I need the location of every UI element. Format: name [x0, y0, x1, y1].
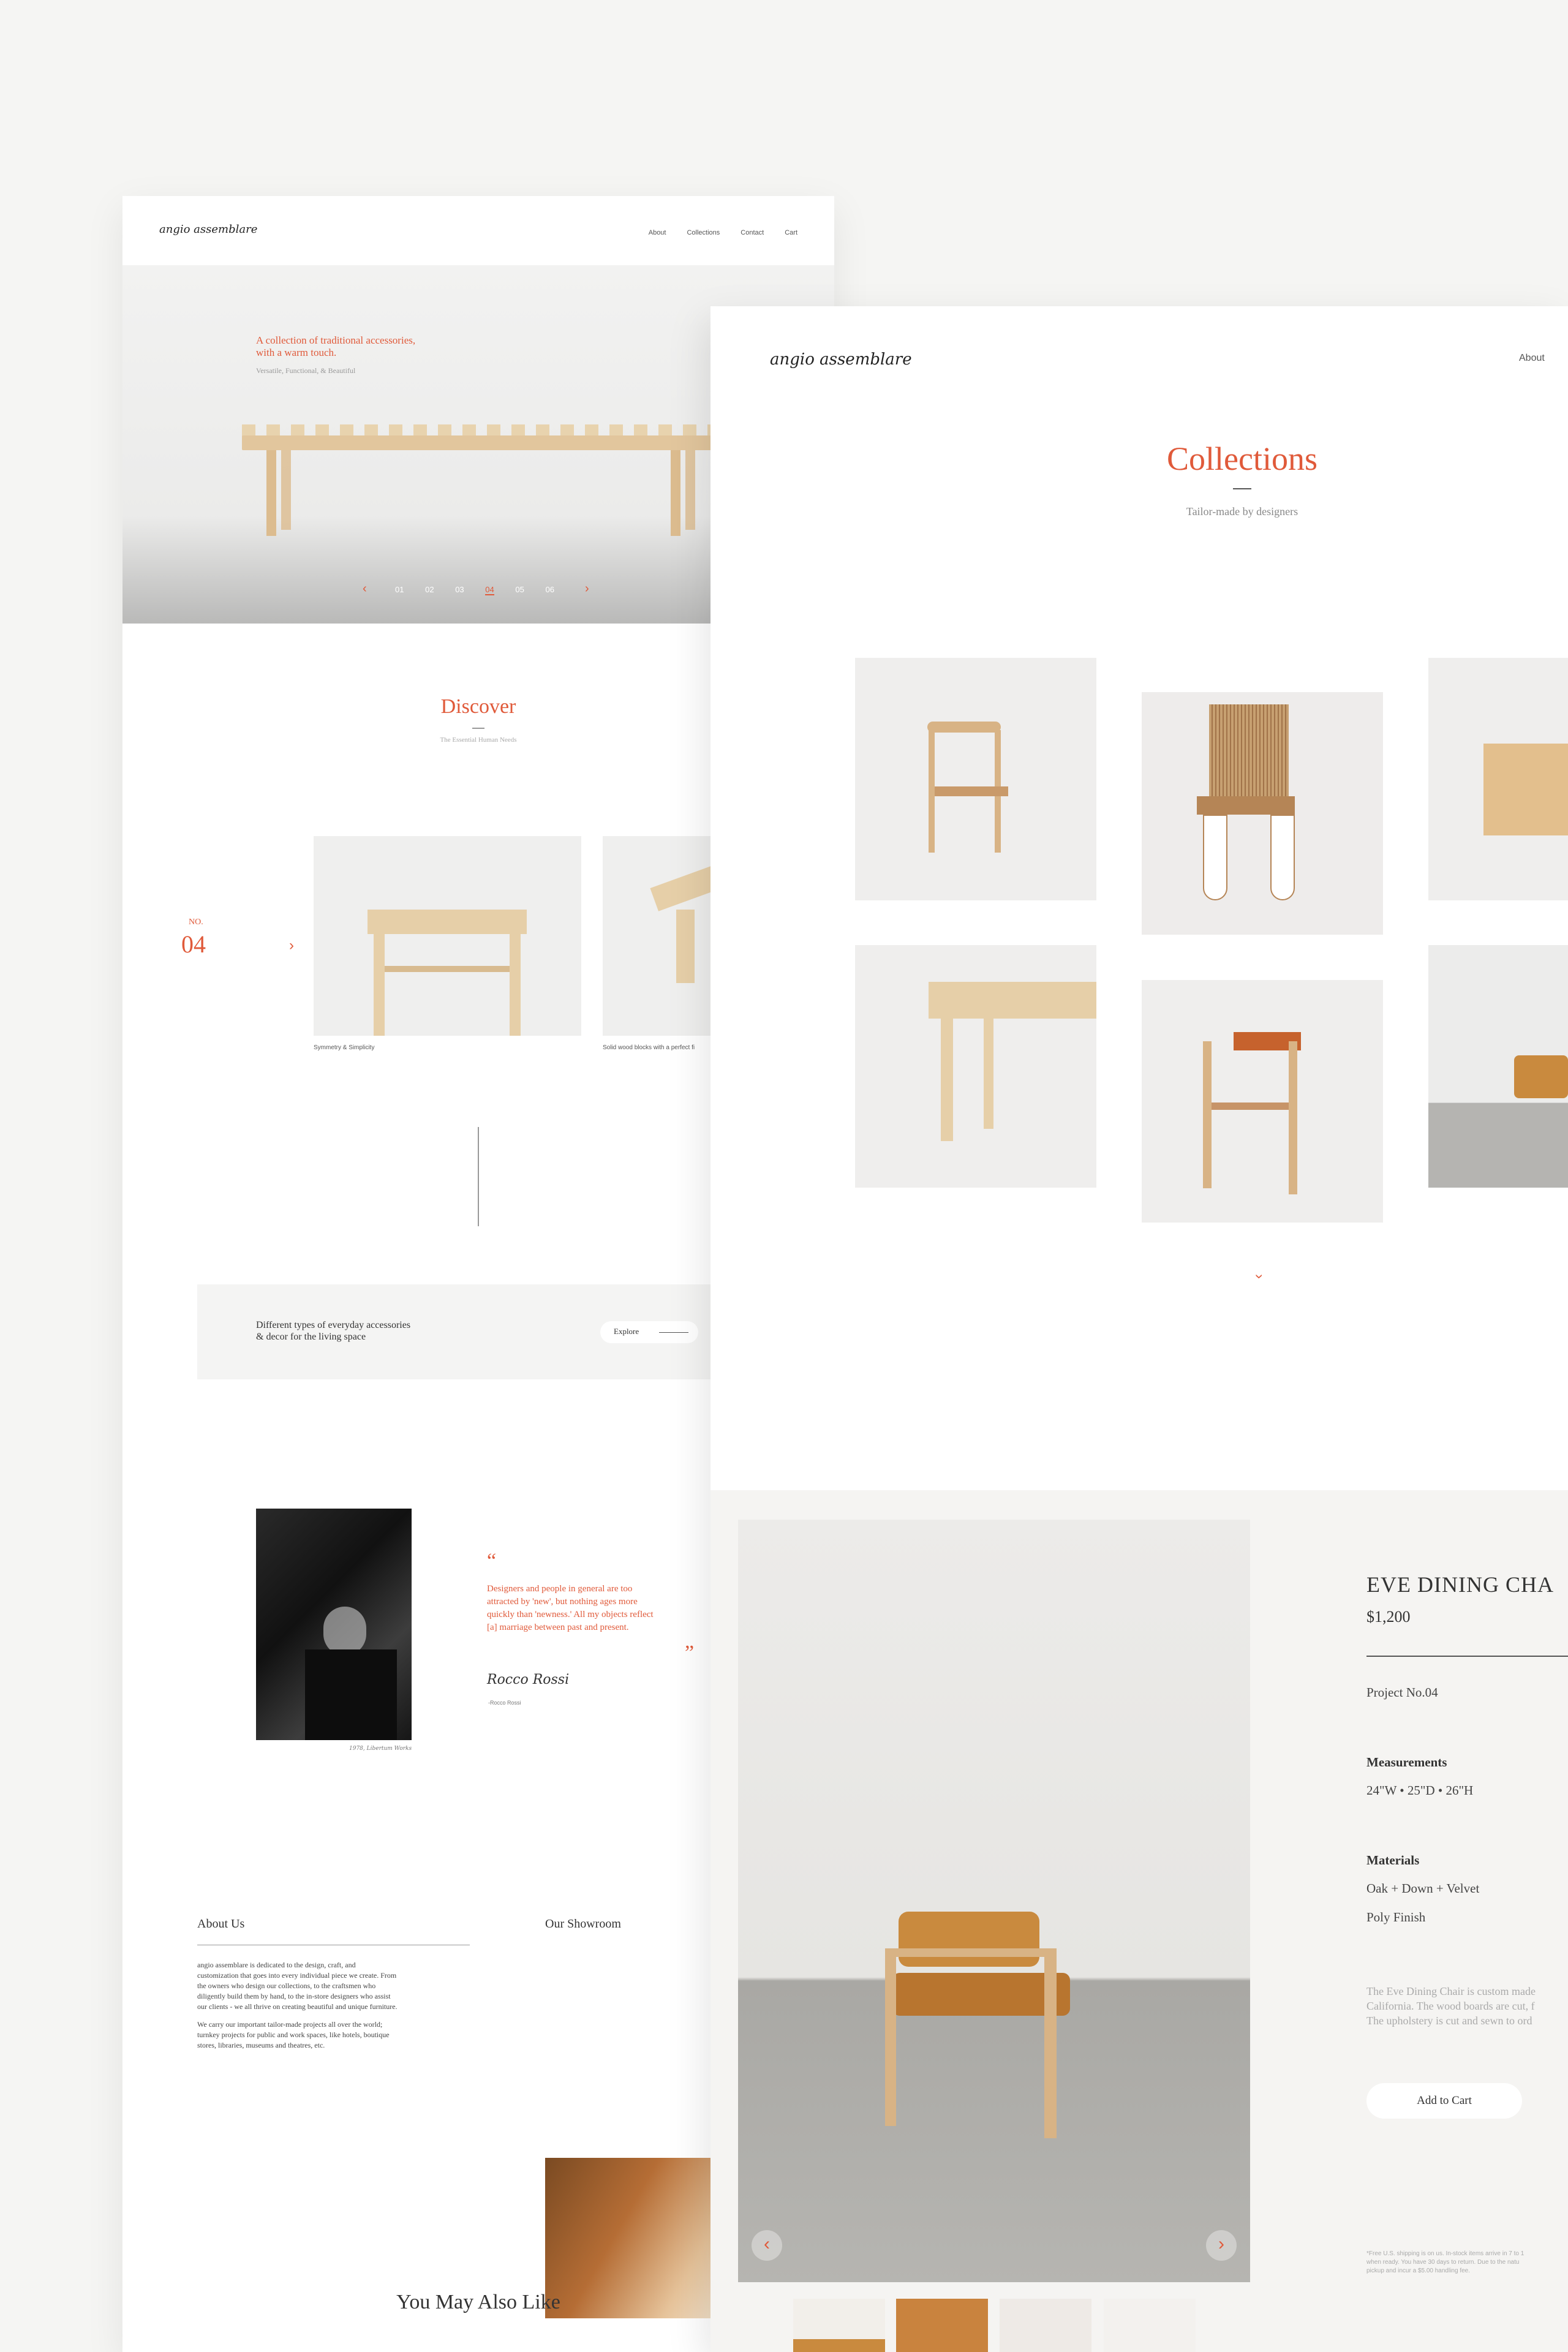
product-thumbnail[interactable] [896, 2299, 988, 2352]
product-price: $1,200 [1366, 1608, 1411, 1626]
nav-about[interactable]: About [649, 229, 666, 236]
measurements-label: Measurements [1366, 1755, 1447, 1770]
project-number: Project No.04 [1366, 1685, 1438, 1700]
arrow-line-icon [659, 1332, 688, 1333]
feature-caption: Solid wood blocks with a perfect fi [603, 1044, 695, 1051]
hero-headline: A collection of traditional accessories,… [256, 334, 416, 358]
product-main-image: ‹ › [738, 1520, 1250, 2282]
slide-number[interactable]: 01 [395, 585, 404, 595]
brand-logo[interactable]: angio assemblare [770, 350, 912, 369]
title-divider [472, 728, 484, 729]
image-next-button[interactable]: › [1206, 2230, 1237, 2261]
add-to-cart-button[interactable]: Add to Cart [1366, 2083, 1522, 2119]
designer-portrait [256, 1509, 412, 1740]
scroll-down-chevron-icon[interactable]: › [1251, 1274, 1268, 1279]
price-divider [1366, 1656, 1568, 1657]
slide-number[interactable]: 03 [455, 585, 464, 595]
bench-image [242, 424, 720, 541]
slider-next-button[interactable]: › [585, 582, 589, 596]
about-text: angio assemblare is dedicated to the des… [197, 1961, 398, 2049]
slide-number[interactable]: 05 [515, 585, 524, 595]
product-tile-box-chair[interactable] [1428, 658, 1568, 900]
collections-title: Collections [1167, 440, 1317, 477]
materials-label: Materials [1366, 1853, 1420, 1868]
product-tile-lounge-chair[interactable] [1428, 945, 1568, 1188]
slide-number[interactable]: 06 [545, 585, 554, 595]
nav-contact[interactable]: Contact [741, 229, 764, 236]
product-thumbnail[interactable] [793, 2299, 885, 2352]
slide-pagination: 01 02 03 04 05 06 [395, 585, 554, 595]
materials-value: Poly Finish [1366, 1910, 1426, 1924]
quote-author: -Rocco Rossi [488, 1700, 521, 1706]
main-nav: About Collections Contact Cart [628, 225, 797, 237]
quote-close-icon: ” [685, 1642, 695, 1664]
number-label: NO. [189, 918, 203, 927]
product-detail-section: ‹ › EVE DINING CHA $1,200 Project No.04 … [710, 1490, 1568, 2352]
hero-subtitle: Versatile, Functional, & Beautiful [256, 366, 356, 375]
measurements-value: 24"W • 25"D • 26"H [1366, 1783, 1474, 1798]
slide-number-active[interactable]: 04 [485, 585, 494, 595]
materials-value: Oak + Down + Velvet [1366, 1881, 1480, 1896]
explore-button[interactable]: Explore [600, 1321, 698, 1343]
collections-subtitle: Tailor-made by designers [1186, 505, 1298, 518]
vertical-divider [478, 1127, 479, 1226]
product-tile-armchair[interactable] [855, 658, 1096, 900]
explore-button-label: Explore [614, 1327, 639, 1336]
discover-next-button[interactable]: › [289, 937, 294, 954]
showroom-title: Our Showroom [545, 1917, 621, 1931]
collections-mockup: angio assemblare About Collections Tailo… [710, 306, 1568, 2352]
quote-open-icon: “ [487, 1550, 497, 1572]
title-divider [1233, 488, 1251, 489]
nav-cart[interactable]: Cart [785, 229, 797, 236]
product-tile-plywood-chair[interactable] [1142, 692, 1383, 935]
slider-prev-button[interactable]: ‹ [363, 582, 367, 596]
photo-caption: 1978, Libertum Works [349, 1746, 412, 1752]
nav-collections[interactable]: Collections [687, 229, 720, 236]
product-thumbnail[interactable] [1000, 2299, 1091, 2352]
feature-image-table[interactable] [314, 836, 581, 1036]
product-thumbnail[interactable] [1104, 2299, 1196, 2352]
product-tile-table[interactable] [855, 945, 1096, 1188]
shipping-note: *Free U.S. shipping is on us. In-stock i… [1366, 2250, 1525, 2274]
brand-logo[interactable]: angio assemblare [159, 223, 257, 236]
banner-text: Different types of everyday accessories … [256, 1320, 411, 1342]
nav-about[interactable]: About [1519, 353, 1545, 364]
product-description: The Eve Dining Chair is custom made Cali… [1366, 1985, 1536, 2027]
image-prev-button[interactable]: ‹ [752, 2230, 782, 2261]
product-tile-leather-chair[interactable] [1142, 980, 1383, 1223]
slide-number[interactable]: 02 [425, 585, 434, 595]
signature: Rocco Rossi [487, 1672, 570, 1687]
feature-number: 04 [181, 930, 206, 958]
about-title: About Us [197, 1917, 245, 1931]
product-name: EVE DINING CHA [1366, 1572, 1554, 1597]
quote-text: Designers and people in general are too … [487, 1584, 654, 1632]
feature-caption: Symmetry & Simplicity [314, 1044, 375, 1051]
